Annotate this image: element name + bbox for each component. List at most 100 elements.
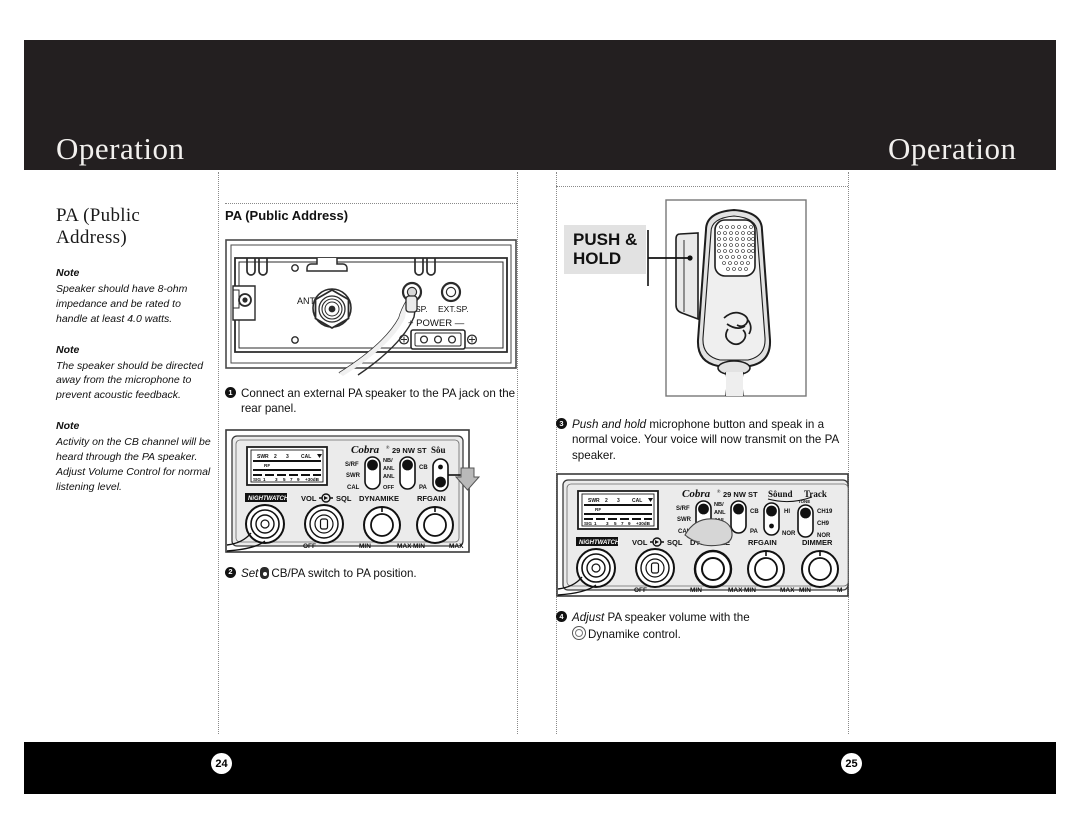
rear-label-power: + POWER — <box>408 318 465 329</box>
svg-text:7: 7 <box>621 521 624 526</box>
svg-text:MAX: MAX <box>449 543 464 550</box>
step-3-lead: Push and hold <box>572 418 647 431</box>
svg-text:RFGAIN: RFGAIN <box>417 494 446 503</box>
svg-text:Cobra: Cobra <box>351 444 380 456</box>
step-2-text: CB/PA switch to PA position. <box>271 566 417 580</box>
step-3: 3 Push and hold microphone button and sp… <box>556 417 848 463</box>
svg-text:3: 3 <box>275 477 278 482</box>
rule-left-top <box>225 203 517 204</box>
svg-text:SWR: SWR <box>677 517 692 523</box>
svg-text:3: 3 <box>606 521 609 526</box>
svg-text:MIN: MIN <box>744 587 756 594</box>
faceplate-illustration-left: SWR 2 3 CAL RF SIG 1 3 5 7 9 +30dB Cobra… <box>225 429 481 557</box>
rear-label-extsp: EXT.SP. <box>438 304 469 314</box>
svg-text:CB: CB <box>750 509 759 515</box>
svg-text:M: M <box>837 587 842 594</box>
faceplate-illustration-right: SWR 2 3 CAL RF SIG 1 3 5 7 9 +30dB Cobra… <box>556 473 849 601</box>
step-4-lead: Adjust <box>572 611 605 625</box>
left-subheading: PA (Public Address) <box>225 208 349 223</box>
svg-text:PA: PA <box>750 529 759 535</box>
svg-text:9: 9 <box>628 521 631 526</box>
margin-column: PA (Public Address) Note Speaker should … <box>56 205 212 495</box>
microphone-illustration: PUSH & HOLD <box>556 196 848 408</box>
svg-text:Cobra: Cobra <box>682 488 711 500</box>
svg-text:HI: HI <box>784 509 790 515</box>
page-number-right: 25 <box>841 753 862 774</box>
column-divider-4 <box>848 172 849 734</box>
svg-text:Track: Track <box>804 489 827 499</box>
svg-text:VOL: VOL <box>632 538 648 547</box>
step-1-text: Connect an external PA speaker to the PA… <box>241 387 516 416</box>
callout-line-2: HOLD <box>573 249 622 269</box>
svg-text:RFGAIN: RFGAIN <box>748 538 777 547</box>
svg-text:DYNAMIKE: DYNAMIKE <box>359 494 399 503</box>
svg-text:1: 1 <box>263 477 266 482</box>
note-label-1: Note <box>56 266 80 279</box>
svg-text:NOR: NOR <box>782 531 796 537</box>
svg-text:MIN: MIN <box>413 543 425 550</box>
note-text-1: Speaker should have 8-ohm impedance and … <box>56 282 188 325</box>
svg-text:29 NW ST: 29 NW ST <box>723 490 758 499</box>
svg-text:ANL: ANL <box>383 474 395 480</box>
svg-text:Sôund: Sôund <box>768 489 793 499</box>
step-4: 4 Adjust PA speaker volume with the Dyna… <box>556 610 848 642</box>
push-hold-callout: PUSH & HOLD <box>564 225 647 275</box>
svg-text:NB/: NB/ <box>714 502 724 508</box>
callout-line-1: PUSH & <box>573 230 638 249</box>
svg-text:SWR: SWR <box>346 473 361 479</box>
footer-bar <box>24 742 1056 794</box>
step-2: 2 Set CB/PA switch to PA position. <box>225 566 517 581</box>
rear-panel-illustration: ANT SP. EXT.SP. + POWER — <box>225 234 517 377</box>
svg-text:5: 5 <box>614 521 617 526</box>
svg-text:PA: PA <box>419 485 428 491</box>
svg-text:OFF: OFF <box>634 587 647 594</box>
svg-text:MAX: MAX <box>397 543 412 550</box>
svg-text:ANL: ANL <box>714 510 726 516</box>
step-4-number: 4 <box>556 611 567 623</box>
step-1: 1 Connect an external PA speaker to the … <box>225 386 517 417</box>
note-label-3: Note <box>56 420 80 433</box>
svg-text:SIG: SIG <box>584 521 592 526</box>
svg-text:MAX: MAX <box>780 587 795 594</box>
right-body-column: PUSH & HOLD 3 Push and hold microphone b… <box>556 196 849 642</box>
svg-text:+30dB: +30dB <box>636 521 651 526</box>
svg-text:RF: RF <box>264 463 270 468</box>
svg-text:NB/: NB/ <box>383 458 393 464</box>
column-divider-2 <box>517 172 518 734</box>
svg-text:SWR: SWR <box>257 454 269 460</box>
svg-text:1: 1 <box>594 521 597 526</box>
svg-text:3: 3 <box>617 498 620 504</box>
svg-text:CB: CB <box>419 465 428 471</box>
page-title-right: Operation <box>888 131 1017 166</box>
svg-text:3: 3 <box>286 454 289 460</box>
svg-text:MIN: MIN <box>359 543 371 550</box>
page-number-left: 24 <box>211 753 232 774</box>
step-2-number: 2 <box>225 566 236 578</box>
svg-text:VOL: VOL <box>301 494 317 503</box>
svg-text:SQL: SQL <box>667 538 683 547</box>
svg-text:7: 7 <box>290 477 293 482</box>
svg-text:DIMMER: DIMMER <box>802 538 833 547</box>
svg-text:29 NW ST: 29 NW ST <box>392 446 427 455</box>
switch-icon <box>260 566 270 579</box>
rule-right-top <box>556 186 848 187</box>
svg-text:9: 9 <box>297 477 300 482</box>
note-text-3: Activity on the CB channel will be heard… <box>56 436 211 493</box>
manual-page-spread: Operation Operation PA (Public Address) … <box>0 0 1080 834</box>
svg-text:CH9: CH9 <box>817 521 830 527</box>
svg-text:5: 5 <box>283 477 286 482</box>
svg-text:CAL: CAL <box>632 498 642 504</box>
svg-text:NiGHTWATCH: NiGHTWATCH <box>248 496 289 502</box>
svg-text:TONE: TONE <box>798 499 810 504</box>
svg-text:SQL: SQL <box>336 494 352 503</box>
step-4-text: PA speaker volume with the <box>607 611 750 625</box>
svg-text:NiGHTWATCH: NiGHTWATCH <box>579 540 620 546</box>
svg-text:Sôu: Sôu <box>431 445 446 455</box>
svg-text:OFF: OFF <box>303 543 316 550</box>
svg-text:ANL: ANL <box>383 466 395 472</box>
svg-text:MIN: MIN <box>799 587 811 594</box>
svg-text:RF: RF <box>595 507 601 512</box>
svg-text:SWR: SWR <box>588 498 600 504</box>
svg-text:SIG: SIG <box>253 477 261 482</box>
page-title-left: Operation <box>56 131 185 166</box>
